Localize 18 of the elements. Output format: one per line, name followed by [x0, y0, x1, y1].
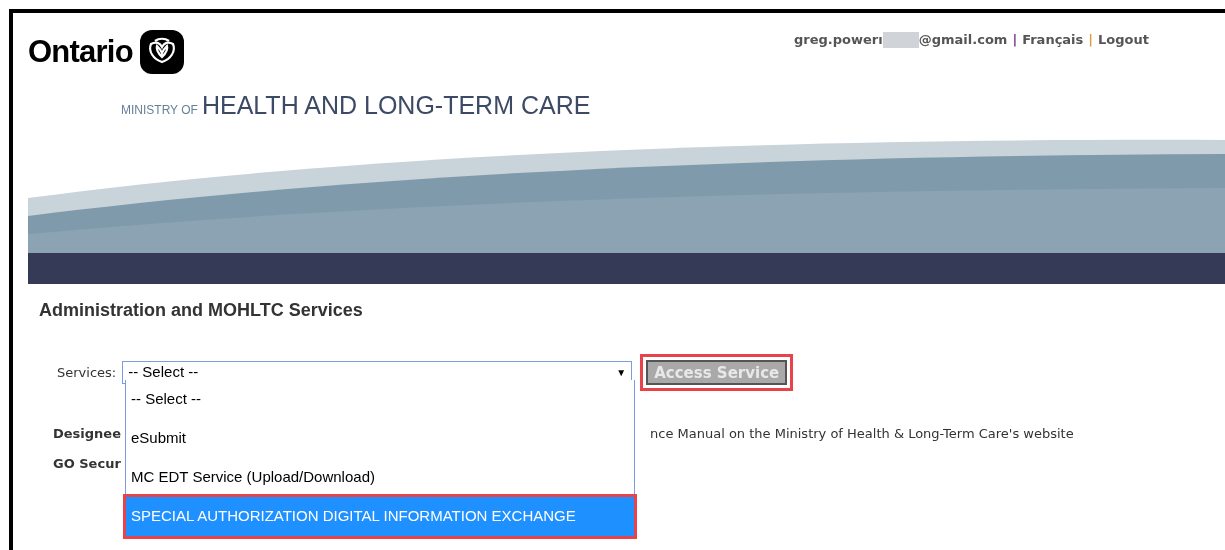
link-separator: | — [1011, 31, 1019, 49]
dropdown-option[interactable]: MC EDT Service (Upload/Download) — [126, 458, 634, 497]
dropdown-caret-icon: ▼ — [616, 365, 627, 380]
services-label: Services: — [57, 363, 117, 382]
user-email: greg.powerı — [794, 31, 883, 49]
ministry-prefix: MINISTRY OF — [121, 102, 198, 119]
ontario-logo-text: Ontario — [28, 33, 133, 71]
link-separator: | — [1087, 31, 1095, 49]
header-link[interactable]: Français — [1022, 30, 1084, 50]
section-title: Administration and MOHLTC Services — [38, 299, 364, 322]
info-text: GO Secur — [53, 456, 121, 472]
user-email: @gmail.com — [918, 31, 1008, 49]
trillium-logo-icon — [138, 29, 185, 76]
dropdown-option[interactable]: eSubmit — [126, 419, 634, 458]
info-text: Designee — [53, 426, 121, 442]
header-link[interactable]: Logout — [1098, 30, 1149, 50]
ministry-name: HEALTH AND LONG-TERM CARE — [201, 89, 591, 121]
info-text: nce Manual on the Ministry of Health & Long-Term Care's website — [650, 425, 1074, 444]
